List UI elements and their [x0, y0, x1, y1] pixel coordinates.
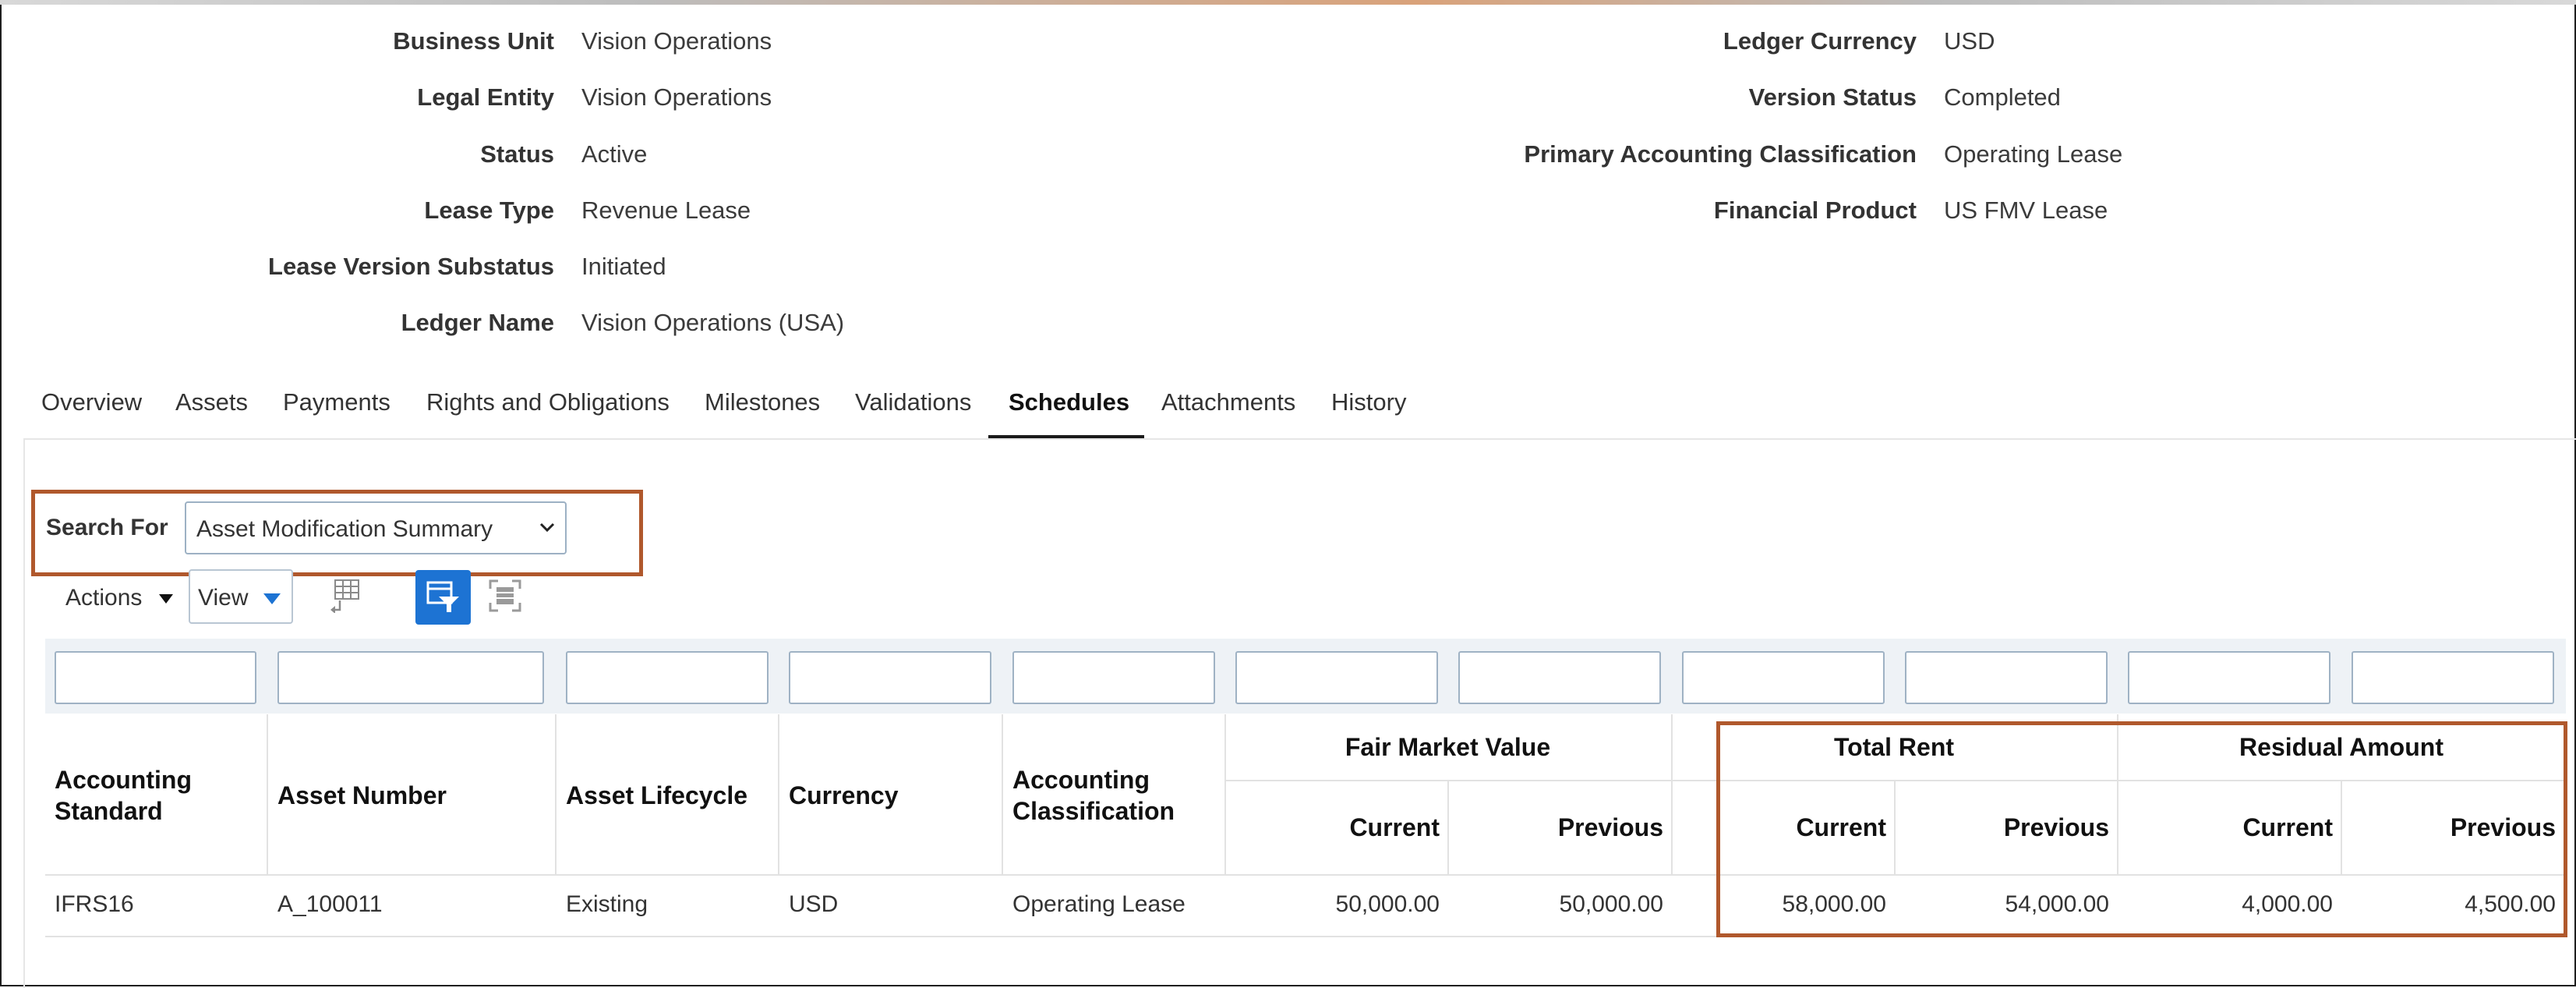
column-header-currency[interactable]: Currency: [789, 780, 991, 811]
filter-icon: [426, 581, 459, 612]
actions-menu[interactable]: Actions: [65, 585, 142, 611]
cell-fmv-previous: 50,000.00: [1559, 891, 1663, 917]
filter-residual-previous-input[interactable]: [2352, 651, 2554, 704]
column-divider: [778, 714, 779, 875]
tab-milestones[interactable]: Milestones: [705, 388, 820, 416]
filter-rent-current-input[interactable]: [1682, 651, 1885, 704]
column-header-fmv-previous[interactable]: Previous: [1447, 812, 1663, 843]
freeze-columns-icon[interactable]: [327, 577, 363, 613]
cell-currency: USD: [789, 891, 839, 917]
cell-fmv-current: 50,000.00: [1335, 891, 1440, 917]
ledger-name-value: Vision Operations (USA): [581, 309, 845, 336]
tab-payments[interactable]: Payments: [283, 388, 390, 416]
tab-overview[interactable]: Overview: [41, 388, 142, 416]
legal-entity-value: Vision Operations: [581, 83, 772, 111]
ledger-currency-value: USD: [1944, 27, 1995, 55]
lease-type-label: Lease Type: [424, 197, 554, 224]
search-for-selected-value: Asset Modification Summary: [196, 516, 493, 542]
tab-validations[interactable]: Validations: [855, 388, 971, 416]
column-divider: [555, 714, 557, 875]
column-header-accounting-classification[interactable]: Accounting Classification: [1012, 764, 1223, 827]
tab-rights-and-obligations[interactable]: Rights and Obligations: [426, 388, 670, 416]
lease-version-substatus-label: Lease Version Substatus: [268, 253, 554, 280]
ledger-name-label: Ledger Name: [401, 309, 554, 336]
primary-accounting-classification-value: Operating Lease: [1944, 140, 2123, 168]
search-for-label: Search For: [46, 515, 168, 540]
ledger-currency-label: Ledger Currency: [1723, 27, 1917, 55]
filter-accounting-standard-input[interactable]: [55, 651, 256, 704]
column-header-asset-number[interactable]: Asset Number: [277, 780, 542, 811]
filter-asset-lifecycle-input[interactable]: [566, 651, 769, 704]
tab-history[interactable]: History: [1331, 388, 1406, 416]
business-unit-value: Vision Operations: [581, 27, 772, 55]
view-menu-label: View: [198, 585, 249, 611]
rent-residual-highlight-box: [1716, 721, 2567, 937]
legal-entity-label: Legal Entity: [417, 83, 554, 111]
filter-fmv-current-input[interactable]: [1235, 651, 1438, 704]
cell-asset-lifecycle: Existing: [566, 891, 648, 917]
filter-fmv-previous-input[interactable]: [1458, 651, 1661, 704]
column-divider: [1002, 714, 1003, 875]
cell-accounting-standard: IFRS16: [55, 891, 134, 917]
tab-assets[interactable]: Assets: [175, 388, 248, 416]
chevron-down-icon: [539, 522, 555, 533]
tab-attachments[interactable]: Attachments: [1161, 388, 1295, 416]
column-header-fmv-current[interactable]: Current: [1224, 812, 1440, 843]
filter-rent-previous-input[interactable]: [1905, 651, 2108, 704]
cell-asset-number: A_100011: [277, 891, 383, 917]
status-label: Status: [480, 140, 554, 168]
column-divider: [267, 714, 268, 875]
status-value: Active: [581, 140, 648, 168]
lease-version-substatus-value: Initiated: [581, 253, 666, 280]
filter-asset-number-input[interactable]: [277, 651, 544, 704]
column-group-fair-market-value: Fair Market Value: [1345, 733, 1551, 761]
financial-product-label: Financial Product: [1713, 197, 1917, 224]
column-header-accounting-standard[interactable]: Accounting Standard: [55, 764, 257, 827]
version-status-value: Completed: [1944, 83, 2061, 111]
filter-residual-current-input[interactable]: [2128, 651, 2330, 704]
filter-currency-input[interactable]: [789, 651, 991, 704]
cell-accounting-classification: Operating Lease: [1012, 891, 1186, 917]
column-header-asset-lifecycle[interactable]: Asset Lifecycle: [566, 780, 776, 811]
primary-accounting-classification-label: Primary Accounting Classification: [1524, 140, 1917, 168]
version-status-label: Version Status: [1748, 83, 1917, 111]
top-accent-bar: [0, 0, 2576, 5]
lease-type-value: Revenue Lease: [581, 197, 751, 224]
business-unit-label: Business Unit: [393, 27, 554, 55]
caret-down-icon: [263, 593, 281, 604]
tab-schedules[interactable]: Schedules: [1009, 388, 1129, 416]
financial-product-value: US FMV Lease: [1944, 197, 2108, 224]
filter-accounting-classification-input[interactable]: [1012, 651, 1215, 704]
caret-down-icon: [159, 594, 173, 604]
detach-icon[interactable]: [487, 578, 523, 614]
